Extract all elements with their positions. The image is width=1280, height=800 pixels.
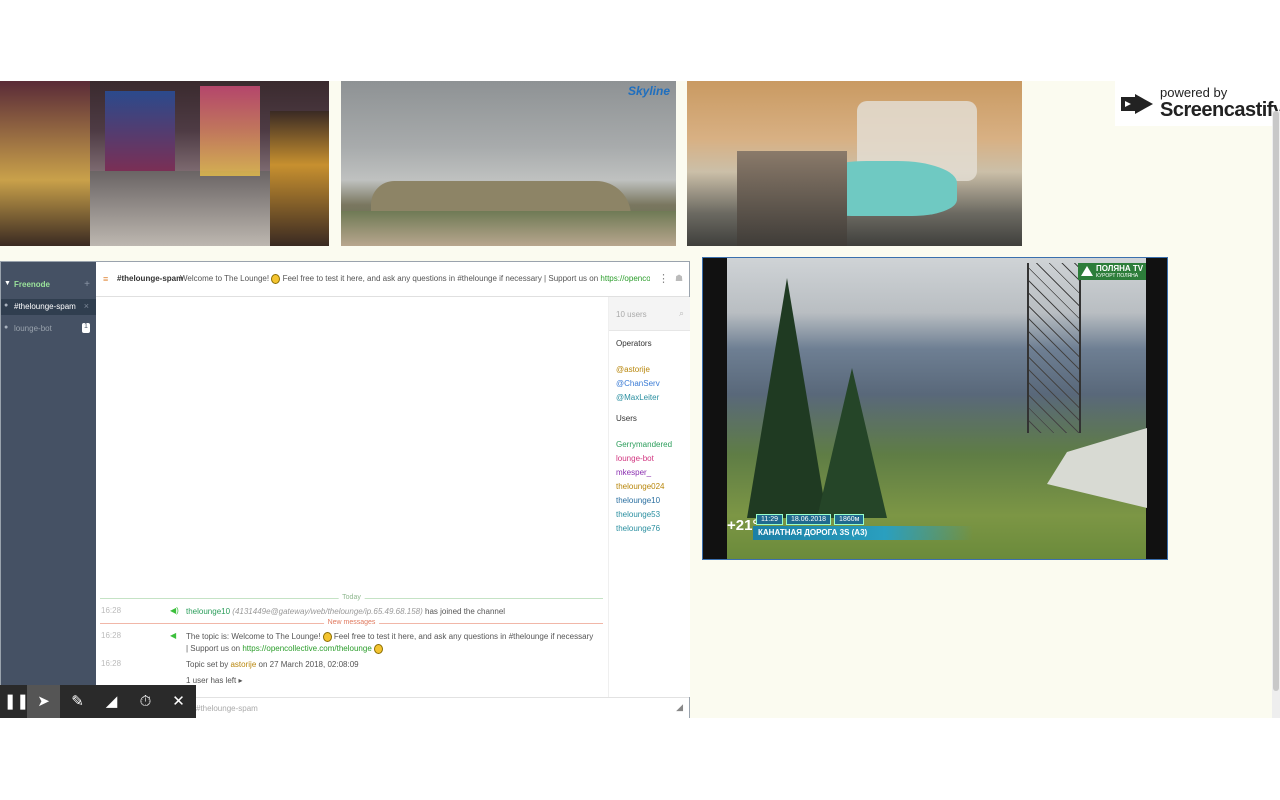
user-entry[interactable]: @MaxLeiter [616,393,659,402]
user-entry[interactable]: @ChanServ [616,379,660,388]
user-entry[interactable]: thelounge53 [616,510,660,519]
screencastify-badge: powered by Screencastify [1115,81,1280,126]
chat-bubble-icon: ● [4,302,9,309]
user-entry[interactable]: mkesper_ [616,468,651,477]
megaphone-icon: ◀ [170,631,177,640]
new-messages-divider: New messages [100,619,603,628]
polyana-webcam[interactable]: ПОЛЯНА TV КУРОРТ ПОЛЯНА +21° 11:29 18.06.… [702,257,1168,560]
operators-heading: Operators [616,339,652,348]
billboard [105,91,175,171]
channel-lounge-bot[interactable]: ● lounge-bot 1 [1,321,96,337]
pointer-icon[interactable]: ➤ [27,685,60,718]
menu-icon[interactable]: ≡ [103,274,108,284]
mountain-icon [1081,266,1093,276]
billboard [200,86,260,176]
message-time: 16:28 [101,606,122,615]
close-icon[interactable]: × [84,301,89,311]
pen-icon[interactable]: ✎ [61,685,94,718]
annotation-toolbar: ❚❚ ➤ ✎ ◢ ⏱ ✕ [0,685,196,718]
scrollbar-thumb[interactable] [1273,111,1279,691]
times-square-webcam[interactable] [0,81,329,246]
cable-car-tower [1027,263,1081,433]
users-heading: Users [616,414,637,423]
message-body: thelounge10 (4131449e@gateway/web/thelou… [186,607,506,616]
message-body: Topic set by astorije on 27 March 2018, … [186,660,359,669]
user-entry[interactable]: thelounge10 [616,496,660,505]
unread-badge: 1 [82,323,90,333]
trevi-fountain-webcam[interactable] [687,81,1022,246]
more-options-icon[interactable]: ⋮ [658,272,669,285]
network-freenode[interactable]: ▼ Freenode + [1,279,96,293]
search-icon: ⌕ [678,308,684,318]
eraser-icon[interactable]: ◢ [95,685,128,718]
fir-tree [747,278,827,518]
building [270,111,329,246]
fir-tree [817,368,887,518]
user-entry[interactable]: thelounge024 [616,482,665,491]
powered-by-text: powered by [1160,85,1228,100]
join-icon: ◀) [170,606,179,615]
channel-header: ≡ #thelounge-spam Welcome to The Lounge!… [96,262,689,297]
add-channel-icon[interactable]: + [84,279,90,290]
message-body: The topic is: Welcome to The Lounge! Fee… [186,631,594,654]
screencastify-logo-icon [1121,94,1153,114]
screencastify-brand: Screencastify [1160,99,1280,121]
the-lounge-window: ▼ Freenode + ● #thelounge-spam × ● loung… [0,261,690,718]
user-search-placeholder: 10 users [616,310,647,319]
input-placeholder: #thelounge-spam [196,704,258,713]
message-list: Today 16:28 ◀) thelounge10 (4131449e@gat… [96,297,608,697]
cam-altitude: 1860м [834,514,865,525]
send-icon[interactable]: ◢ [676,702,683,713]
user-entry[interactable]: thelounge76 [616,524,660,533]
topic-link[interactable]: https://opencollective.com/thelounge [242,644,371,653]
message-body: 1 user has left ▸ [186,676,243,685]
user-search[interactable]: 10 users ⌕ [609,297,690,331]
cam-caption: КАНАТНАЯ ДОРОГА 3S (A3) [753,526,973,540]
screen-area: Skyline powered by Screencastify ▼ Freen… [0,81,1280,718]
cam-date: 18.06.2018 [786,514,832,525]
user-list: 10 users ⌕ Operators @astorije @ChanServ… [608,297,690,697]
concrete-slab [1047,428,1147,508]
close-icon[interactable]: ✕ [162,685,195,718]
topic-link[interactable]: https://opencollective.com/thelounge [600,274,650,283]
skyline-logo: Skyline [627,84,670,98]
town [341,211,676,246]
emoji-icon [271,274,281,284]
channel-label: lounge-bot [14,324,52,333]
emoji-icon [374,643,384,654]
users-toggle-icon[interactable]: ☗ [675,273,683,284]
user-entry[interactable]: @astorije [616,365,650,374]
cam-info: 11:29 18.06.2018 1860м [756,514,867,525]
channel-thelounge-spam[interactable]: ● #thelounge-spam × [1,299,96,315]
message-time: 16:28 [101,631,122,640]
crowd [737,151,847,246]
channel-title: #thelounge-spam [117,274,184,283]
page-scrollbar[interactable] [1272,111,1280,718]
network-name: Freenode [14,280,51,289]
user-entry[interactable]: Gerrymandered [616,440,672,449]
user-entry[interactable]: lounge-bot [616,454,654,463]
message-time: 16:28 [101,659,122,668]
building [0,81,90,246]
channel-label: #thelounge-spam [14,302,76,311]
street [90,171,270,246]
polyana-tv-logo: ПОЛЯНА TV КУРОРТ ПОЛЯНА [1078,263,1146,280]
chat-bubble-icon: ● [4,324,9,331]
channel-topic: Welcome to The Lounge! Feel free to test… [180,274,650,284]
caret-right-icon: ▸ [238,676,243,685]
lounge-sidebar: ▼ Freenode + ● #thelounge-spam × ● loung… [1,262,96,718]
timer-icon[interactable]: ⏱ [129,685,162,718]
acropolis-webcam[interactable]: Skyline [341,81,676,246]
cam-time: 11:29 [756,514,783,525]
emoji-icon [322,631,332,642]
date-divider: Today [100,594,603,603]
caret-down-icon[interactable]: ▼ [4,280,11,287]
